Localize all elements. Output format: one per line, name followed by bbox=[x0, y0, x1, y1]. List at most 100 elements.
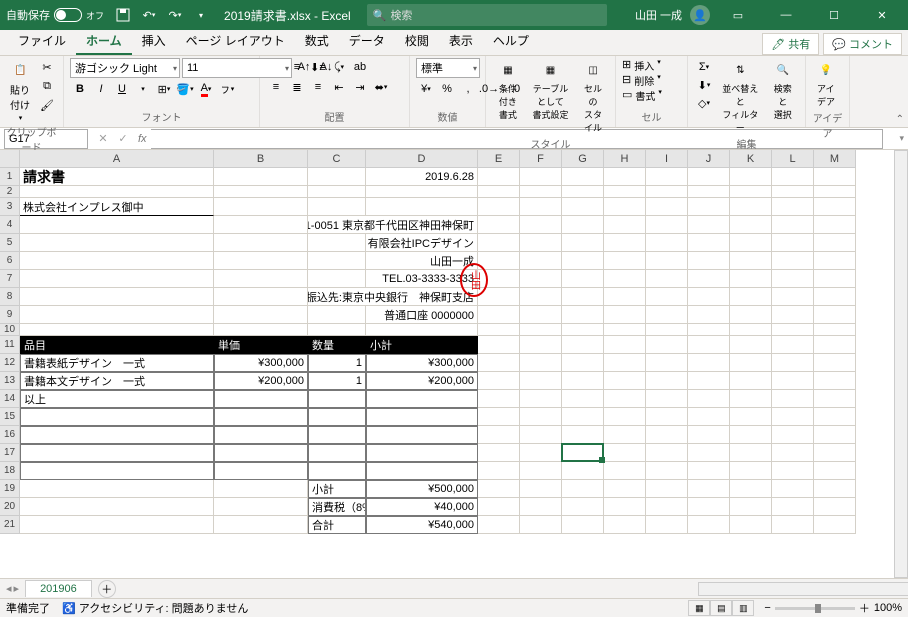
cell[interactable] bbox=[814, 354, 856, 372]
cell[interactable] bbox=[688, 354, 730, 372]
font-size-select[interactable]: 11 bbox=[182, 58, 292, 78]
cell[interactable] bbox=[214, 408, 308, 426]
normal-view-icon[interactable]: ▦ bbox=[688, 600, 710, 616]
cell[interactable]: 数量 bbox=[308, 336, 366, 354]
cell[interactable] bbox=[814, 324, 856, 336]
cell[interactable] bbox=[308, 234, 366, 252]
cell[interactable]: ¥200,000 bbox=[366, 372, 478, 390]
cell[interactable]: 有限会社IPCデザイン bbox=[366, 234, 478, 252]
cell[interactable]: 消費税（8%） bbox=[308, 498, 366, 516]
cell[interactable] bbox=[562, 324, 604, 336]
cell[interactable] bbox=[520, 336, 562, 354]
cell[interactable]: ¥300,000 bbox=[366, 354, 478, 372]
cell[interactable] bbox=[520, 168, 562, 186]
cell[interactable] bbox=[604, 372, 646, 390]
align-right-icon[interactable]: ≡ bbox=[308, 78, 328, 96]
cell[interactable] bbox=[730, 216, 772, 234]
cell[interactable] bbox=[562, 444, 604, 462]
cell[interactable] bbox=[772, 372, 814, 390]
cell[interactable] bbox=[730, 408, 772, 426]
cell[interactable] bbox=[688, 390, 730, 408]
cell[interactable] bbox=[646, 480, 688, 498]
cell[interactable] bbox=[520, 390, 562, 408]
row-header[interactable]: 14 bbox=[0, 390, 20, 408]
cell[interactable] bbox=[366, 390, 478, 408]
cell[interactable] bbox=[814, 426, 856, 444]
row-header[interactable]: 13 bbox=[0, 372, 20, 390]
cell[interactable] bbox=[214, 186, 308, 198]
phonetic-icon[interactable]: ㇷ▾ bbox=[217, 80, 237, 98]
row-header[interactable]: 4 bbox=[0, 216, 20, 234]
cell[interactable] bbox=[814, 306, 856, 324]
cell[interactable] bbox=[520, 480, 562, 498]
row-header[interactable]: 6 bbox=[0, 252, 20, 270]
cell[interactable] bbox=[478, 462, 520, 480]
cell[interactable] bbox=[688, 288, 730, 306]
cell[interactable] bbox=[478, 252, 520, 270]
cell[interactable] bbox=[520, 324, 562, 336]
cell[interactable] bbox=[772, 390, 814, 408]
cell[interactable] bbox=[730, 288, 772, 306]
cell[interactable] bbox=[366, 462, 478, 480]
cell[interactable] bbox=[646, 198, 688, 216]
cell[interactable] bbox=[366, 324, 478, 336]
cell[interactable]: 株式会社インプレス御中 bbox=[20, 198, 214, 216]
cell[interactable] bbox=[730, 516, 772, 534]
cell[interactable] bbox=[520, 234, 562, 252]
cell[interactable] bbox=[214, 426, 308, 444]
cell[interactable] bbox=[20, 288, 214, 306]
cell[interactable] bbox=[730, 480, 772, 498]
cell[interactable] bbox=[730, 306, 772, 324]
format-as-table-button[interactable]: ▦テーブルとして 書式設定 bbox=[526, 58, 575, 123]
indent-dec-icon[interactable]: ⇤ bbox=[329, 78, 349, 96]
cell[interactable] bbox=[646, 390, 688, 408]
cell[interactable] bbox=[478, 372, 520, 390]
add-sheet-icon[interactable]: ＋ bbox=[98, 580, 116, 598]
column-header[interactable]: E bbox=[478, 150, 520, 168]
cell[interactable] bbox=[20, 252, 214, 270]
cell[interactable] bbox=[562, 480, 604, 498]
tab-ホーム[interactable]: ホーム bbox=[76, 28, 132, 55]
cell[interactable] bbox=[730, 324, 772, 336]
cell[interactable] bbox=[308, 324, 366, 336]
cell[interactable] bbox=[20, 234, 214, 252]
cell[interactable] bbox=[604, 168, 646, 186]
cell[interactable] bbox=[308, 408, 366, 426]
cell[interactable] bbox=[646, 252, 688, 270]
cell[interactable] bbox=[366, 186, 478, 198]
row-header[interactable]: 16 bbox=[0, 426, 20, 444]
cell[interactable]: 1 bbox=[308, 354, 366, 372]
cell[interactable] bbox=[730, 426, 772, 444]
cell[interactable] bbox=[214, 444, 308, 462]
cell[interactable] bbox=[688, 408, 730, 426]
cell[interactable] bbox=[214, 252, 308, 270]
cell[interactable] bbox=[730, 234, 772, 252]
column-header[interactable]: J bbox=[688, 150, 730, 168]
cell[interactable]: ¥500,000 bbox=[366, 480, 478, 498]
insert-cells-button[interactable]: 挿入 bbox=[632, 58, 656, 73]
undo-icon[interactable]: ↶▾ bbox=[138, 4, 160, 26]
cell[interactable] bbox=[772, 168, 814, 186]
row-header[interactable]: 2 bbox=[0, 186, 20, 198]
cell[interactable] bbox=[478, 498, 520, 516]
cell[interactable] bbox=[520, 462, 562, 480]
share-button[interactable]: 🖊 共有 bbox=[762, 33, 819, 55]
cell[interactable]: 小計 bbox=[366, 336, 478, 354]
cell[interactable] bbox=[604, 324, 646, 336]
row-header[interactable]: 18 bbox=[0, 462, 20, 480]
vertical-scrollbar[interactable] bbox=[894, 150, 908, 578]
cell[interactable] bbox=[20, 216, 214, 234]
fx-icon[interactable]: fx bbox=[138, 133, 147, 145]
cell[interactable] bbox=[646, 372, 688, 390]
cell[interactable] bbox=[814, 516, 856, 534]
cell[interactable] bbox=[562, 168, 604, 186]
page-break-view-icon[interactable]: ▥ bbox=[732, 600, 754, 616]
cell[interactable] bbox=[214, 270, 308, 288]
cell[interactable] bbox=[814, 252, 856, 270]
copy-icon[interactable]: ⧉ bbox=[37, 77, 57, 95]
cell[interactable] bbox=[604, 426, 646, 444]
cell[interactable] bbox=[688, 480, 730, 498]
align-bottom-icon[interactable]: ⬇≡ bbox=[308, 58, 328, 76]
expand-formula-icon[interactable]: ▾ bbox=[899, 133, 904, 144]
worksheet[interactable]: ABCDEFGHIJKLM 12345678910111213141516171… bbox=[0, 150, 908, 578]
